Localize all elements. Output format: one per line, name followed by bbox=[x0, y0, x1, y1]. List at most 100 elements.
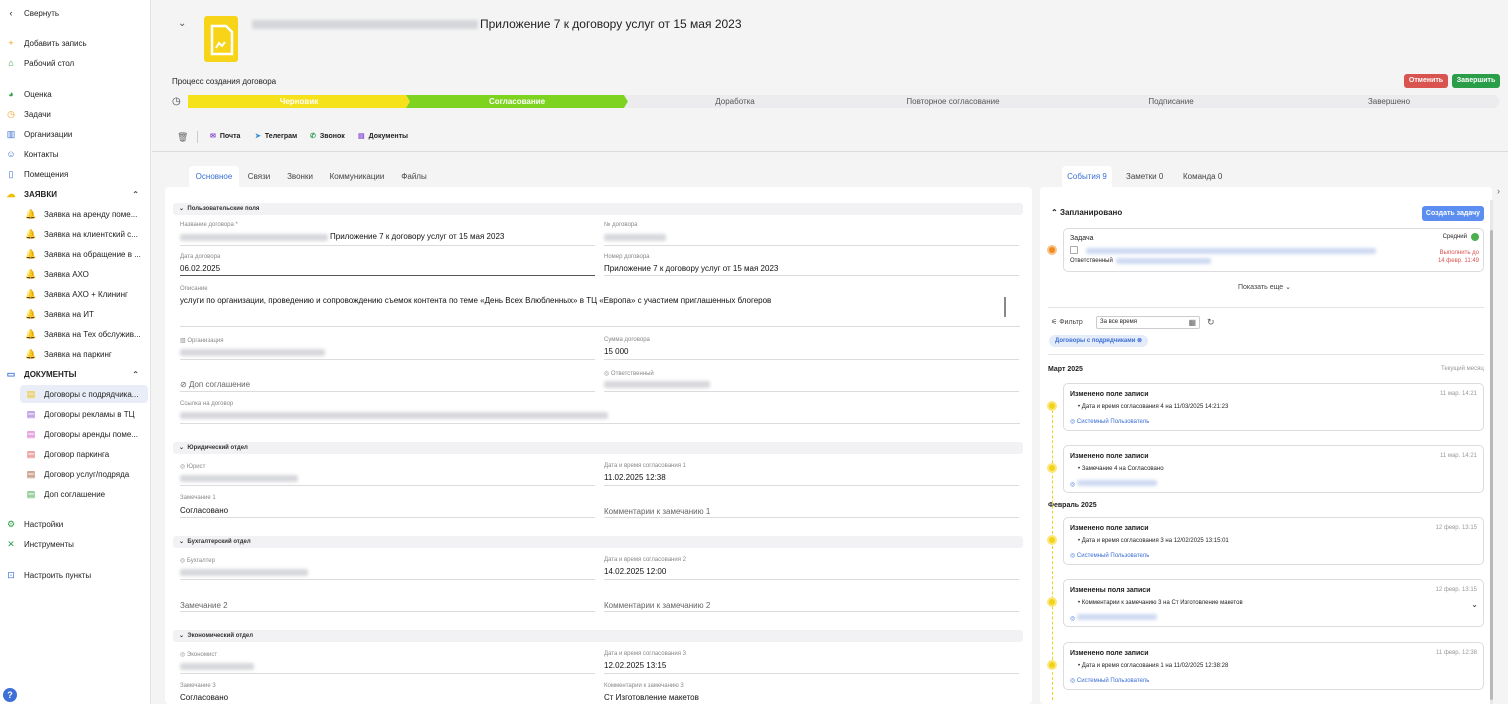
close-icon[interactable]: ⊗ bbox=[1135, 338, 1142, 344]
sidebar-item-configure[interactable]: ⊡ Настроить пункты bbox=[0, 566, 151, 584]
sidebar-item-contacts[interactable]: ☺ Контакты bbox=[0, 145, 151, 163]
telegram-button[interactable]: ➤ Телеграм bbox=[255, 132, 297, 141]
event-card[interactable]: Изменено поле записи 12 февр. 13:15 • Дата… bbox=[1063, 517, 1484, 565]
sidebar-item-request[interactable]: 🔔 Заявка на аренду поме... bbox=[0, 205, 151, 223]
refresh-icon[interactable]: ↻ bbox=[1207, 317, 1215, 328]
tab-notes[interactable]: Заметки 0 bbox=[1126, 166, 1163, 187]
contract-no-blurred[interactable] bbox=[604, 234, 666, 241]
documents-button[interactable]: ▤ Документы bbox=[358, 132, 408, 141]
remark2-label[interactable]: Замечание 2 bbox=[180, 601, 228, 610]
tab-team[interactable]: Команда 0 bbox=[1183, 166, 1222, 187]
stage-5[interactable]: Завершено bbox=[1278, 95, 1500, 108]
event-title: Изменено поле записи bbox=[1070, 391, 1149, 398]
field-underline bbox=[180, 326, 1020, 327]
event-card[interactable]: Изменено поле записи 11 мар. 14:21 • Дата … bbox=[1063, 383, 1484, 431]
collapse-button[interactable]: ‹ Свернуть bbox=[0, 4, 151, 22]
filter-chip[interactable]: Договоры с подрядчиками ⊗ bbox=[1049, 335, 1149, 347]
sidebar-item-settings[interactable]: ⚙ Настройки bbox=[0, 515, 151, 533]
task-responsible-blurred[interactable] bbox=[1116, 258, 1211, 264]
planned-header[interactable]: ⌃ Запланировано bbox=[1051, 208, 1122, 217]
organization-blurred[interactable] bbox=[180, 349, 325, 356]
remark3-value[interactable]: Согласовано bbox=[180, 693, 228, 702]
approval2-value[interactable]: 14.02.2025 12:00 bbox=[604, 567, 666, 576]
sidebar-item-request[interactable]: 🔔 Заявка на Тех обслужив... bbox=[0, 325, 151, 343]
sidebar-item-document[interactable]: ▤ Договор паркинга bbox=[0, 445, 151, 463]
section-accounting[interactable]: ⌄ Бухгалтерский отдел bbox=[173, 536, 1023, 548]
sidebar-item-organizations[interactable]: ▥ Организации bbox=[0, 125, 151, 143]
remark1-comment[interactable]: Комментарии к замечанию 1 bbox=[604, 507, 710, 516]
section-economic[interactable]: ⌄ Экономический отдел bbox=[173, 630, 1023, 642]
contract-name-value[interactable]: Приложение 7 к договору услуг от 15 мая … bbox=[330, 232, 504, 241]
sidebar-item-request[interactable]: 🔔 Заявка на паркинг bbox=[0, 345, 151, 363]
show-more-button[interactable]: Показать еще ⌄ bbox=[1238, 283, 1291, 291]
sidebar-item-request[interactable]: 🔔 Заявка на обращение в ... bbox=[0, 245, 151, 263]
chevron-down-icon[interactable]: ⌄ bbox=[1471, 600, 1478, 609]
remark1-value[interactable]: Согласовано bbox=[180, 506, 228, 515]
economist-blurred[interactable] bbox=[180, 663, 254, 670]
remark2-comment[interactable]: Комментарии к замечанию 2 bbox=[604, 601, 710, 610]
section-custom-fields[interactable]: ⌄ Пользовательские поля bbox=[173, 203, 1023, 215]
sidebar-item-document[interactable]: ▤ Договоры аренды поме... bbox=[0, 425, 151, 443]
tab-events[interactable]: События 9 bbox=[1062, 166, 1112, 187]
tab-main[interactable]: Основное bbox=[189, 166, 239, 187]
add-record-button[interactable]: + Добавить запись bbox=[0, 34, 151, 52]
sidebar-item-desktop[interactable]: ⌂ Рабочий стол bbox=[0, 54, 151, 72]
remark3-comment-value[interactable]: Ст Изготовление макетов bbox=[604, 693, 699, 702]
contract-date-value[interactable]: 06.02.2025 bbox=[180, 264, 220, 273]
field-underline bbox=[180, 517, 595, 518]
tab-communications[interactable]: Коммуникации bbox=[326, 166, 388, 187]
section-legal[interactable]: ⌄ Юридический отдел bbox=[173, 442, 1023, 454]
stage-2[interactable]: Доработка bbox=[624, 95, 846, 108]
event-card[interactable]: Изменены поля записи 12 февр. 13:15 • Комм… bbox=[1063, 579, 1484, 627]
sidebar-section-documents[interactable]: ▭ ДОКУМЕНТЫ ⌃ bbox=[0, 365, 151, 383]
history-icon[interactable]: ◷ bbox=[172, 96, 181, 107]
lawyer-blurred[interactable] bbox=[180, 475, 298, 482]
sidebar-item-document[interactable]: ▤ Договоры рекламы в ТЦ bbox=[0, 405, 151, 423]
sidebar-item-premises[interactable]: ▯ Помещения bbox=[0, 165, 151, 183]
scrollbar-thumb[interactable] bbox=[1490, 230, 1493, 700]
sidebar-item-document[interactable]: ▤ Доп соглашение bbox=[0, 485, 151, 503]
approval3-value[interactable]: 12.02.2025 13:15 bbox=[604, 661, 666, 670]
sidebar-item-tasks[interactable]: ◷ Задачи bbox=[0, 105, 151, 123]
chevron-right-icon[interactable]: › bbox=[1497, 186, 1500, 196]
responsible-blurred[interactable] bbox=[604, 381, 710, 388]
event-card[interactable]: Изменено поле записи 11 мар. 14:21 • Замеч… bbox=[1063, 445, 1484, 493]
sidebar-section-requests[interactable]: ☁ ЗАЯВКИ ⌃ bbox=[0, 185, 151, 203]
textarea-scrollbar[interactable] bbox=[1004, 297, 1006, 317]
tab-files[interactable]: Файлы bbox=[396, 166, 432, 187]
sidebar-item-rating[interactable]: ◕ Оценка bbox=[0, 85, 151, 103]
stage-1[interactable]: Согласование bbox=[406, 95, 628, 108]
stage-4[interactable]: Подписание bbox=[1060, 95, 1282, 108]
sidebar-item-request[interactable]: 🔔 Заявка на клиентский с... bbox=[0, 225, 151, 243]
help-button[interactable]: ? bbox=[3, 688, 17, 702]
tab-calls[interactable]: Звонки bbox=[282, 166, 318, 187]
accountant-blurred[interactable] bbox=[180, 569, 308, 576]
description-value[interactable]: услуги по организации, проведению и сопр… bbox=[180, 296, 980, 305]
mail-button[interactable]: ✉ Почта bbox=[210, 132, 240, 141]
period-select[interactable]: За все время ▦ bbox=[1096, 316, 1200, 329]
finish-button[interactable]: Завершить bbox=[1452, 74, 1500, 88]
task-card[interactable]: Задача Ответственный Средний Выполнить д… bbox=[1063, 228, 1484, 272]
sidebar-item-document[interactable]: ▤ Договоры с подрядчика... bbox=[20, 385, 148, 403]
contract-number-value[interactable]: Приложение 7 к договору услуг от 15 мая … bbox=[604, 264, 778, 273]
contract-name-label: Название договора * bbox=[180, 222, 238, 228]
task-text-blurred[interactable] bbox=[1086, 248, 1376, 254]
trash-icon[interactable]: 🗑 bbox=[177, 132, 188, 143]
event-card[interactable]: Изменено поле записи 11 февр. 12:38 • Дата… bbox=[1063, 642, 1484, 690]
stage-3[interactable]: Повторное согласование bbox=[842, 95, 1064, 108]
sidebar-item-request[interactable]: 🔔 Заявка АХО + Клининг bbox=[0, 285, 151, 303]
approval1-value[interactable]: 11.02.2025 12:38 bbox=[604, 473, 666, 482]
amount-value[interactable]: 15 000 bbox=[604, 347, 628, 356]
chevron-down-icon[interactable]: ⌄ bbox=[178, 18, 186, 29]
call-button[interactable]: ✆ Звонок bbox=[310, 132, 345, 141]
link-blurred[interactable] bbox=[180, 412, 608, 419]
stage-0[interactable]: Черновик bbox=[188, 95, 410, 108]
create-task-button[interactable]: Создать задачу bbox=[1422, 206, 1484, 221]
tab-links[interactable]: Связи bbox=[244, 166, 274, 187]
cancel-button[interactable]: Отменить bbox=[1404, 74, 1448, 88]
sidebar-item-request[interactable]: 🔔 Заявка АХО bbox=[0, 265, 151, 283]
sidebar-item-tools[interactable]: ✕ Инструменты bbox=[0, 535, 151, 553]
sidebar-item-document[interactable]: ▤ Договор услуг/подряда bbox=[0, 465, 151, 483]
task-checkbox[interactable] bbox=[1070, 246, 1078, 254]
sidebar-item-request[interactable]: 🔔 Заявка на ИТ bbox=[0, 305, 151, 323]
